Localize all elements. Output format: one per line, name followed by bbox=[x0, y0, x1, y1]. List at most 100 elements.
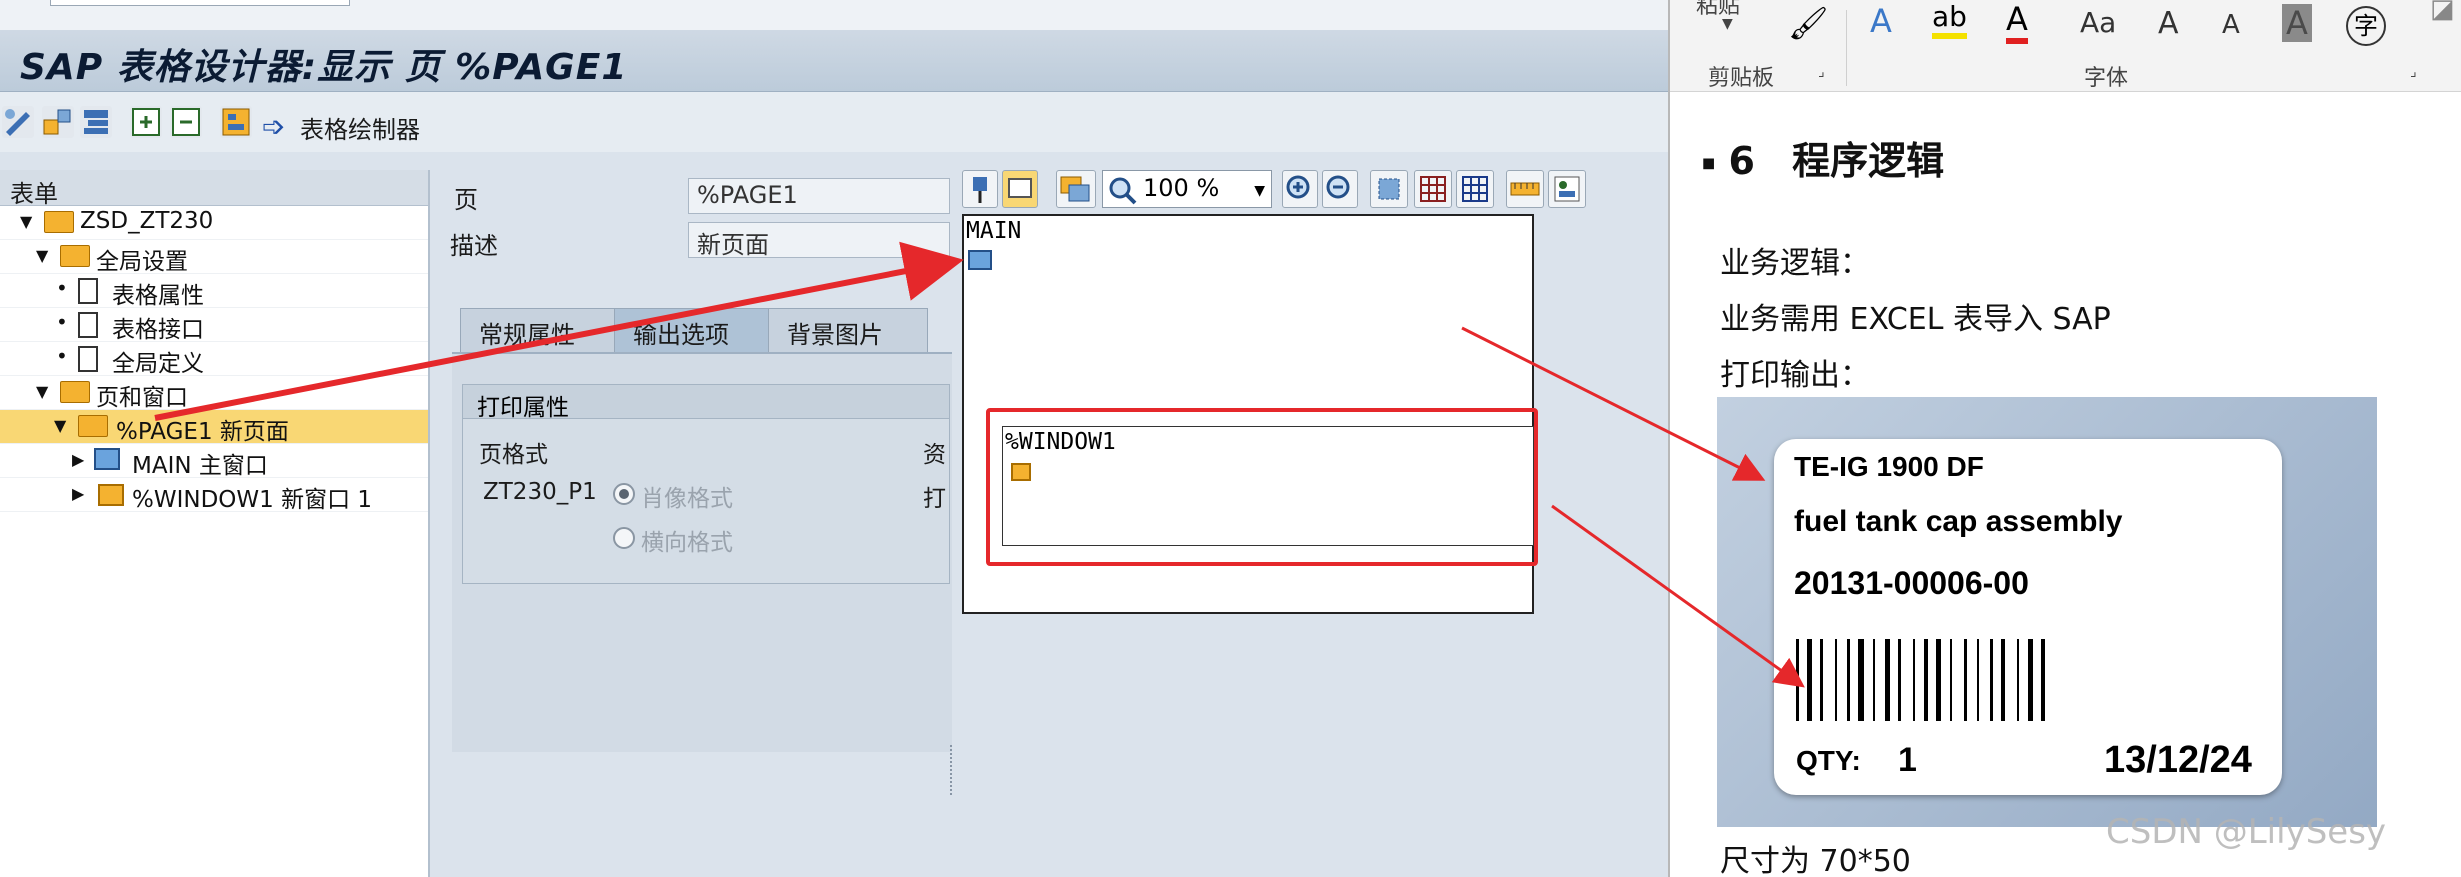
label-card: TE-IG 1900 DF fuel tank cap assembly 201… bbox=[1774, 439, 2282, 795]
tree-item-form-attributes[interactable]: • 表格属性 bbox=[0, 274, 428, 309]
tree-item-label: 表格属性 bbox=[112, 283, 204, 309]
activate-icon[interactable] bbox=[42, 106, 74, 138]
form-painter-button[interactable]: 表格绘制器 bbox=[300, 110, 420, 145]
tree-item-pages-windows[interactable]: ▼ 页和窗口 bbox=[0, 376, 428, 411]
grid-icon[interactable] bbox=[1414, 170, 1452, 208]
display-change-icon[interactable] bbox=[2, 106, 34, 138]
application-toolbar: ➩ 表格绘制器 bbox=[0, 92, 1668, 152]
label-line-partno: 20131-00006-00 bbox=[1794, 565, 2029, 601]
font-color-icon[interactable]: A bbox=[2006, 0, 2028, 44]
dialog-launcher-icon[interactable]: ⌟ bbox=[2410, 64, 2417, 80]
folder-open-icon bbox=[60, 245, 90, 267]
paste-dropdown-icon[interactable]: ▼ bbox=[1722, 16, 1733, 32]
sap-form-builder: SAP 表格设计器:显示 页 %PAGE1 ➩ 表格绘制器 表单 ▼ ZSD_Z… bbox=[0, 0, 1668, 877]
ruler-icon[interactable] bbox=[1506, 170, 1544, 208]
bullet-icon: • bbox=[56, 276, 68, 300]
tree-item-label: 全局定义 bbox=[112, 351, 204, 377]
tree-item-page1[interactable]: ▼ %PAGE1 新页面 bbox=[0, 410, 428, 445]
align-icon[interactable] bbox=[1370, 170, 1408, 208]
zoom-select[interactable]: 100 % ▼ bbox=[1102, 170, 1272, 208]
word-ribbon: 粘贴 ▼ 🖌 剪贴板 ⌟ A ab A Aa A A A 字 字体 ⌟ ◪ bbox=[1670, 0, 2461, 92]
shrink-font-icon[interactable]: A bbox=[2222, 10, 2240, 40]
folder-open-icon bbox=[78, 415, 108, 437]
heading-number: 6 bbox=[1728, 139, 1755, 183]
description-label: 描述 bbox=[450, 232, 498, 260]
document-icon bbox=[78, 312, 98, 338]
collapse-tree-icon[interactable] bbox=[170, 106, 202, 138]
main-window-label: MAIN bbox=[966, 218, 1022, 244]
paragraph-logic: 业务逻辑： bbox=[1720, 246, 1870, 281]
test-icon[interactable] bbox=[80, 106, 112, 138]
tab-general-attributes[interactable]: 常规属性 bbox=[460, 308, 620, 352]
landscape-radio[interactable] bbox=[613, 527, 635, 549]
eraser-icon[interactable]: ◪ bbox=[2430, 0, 2455, 24]
tree-item-label: MAIN 主窗口 bbox=[132, 453, 268, 479]
landscape-label: 横向格式 bbox=[641, 530, 733, 556]
collapse-triangle-icon[interactable]: ▼ bbox=[36, 382, 48, 401]
tree-item-global-settings[interactable]: ▼ 全局设置 bbox=[0, 240, 428, 275]
settings-icon[interactable] bbox=[1548, 170, 1586, 208]
tree-item-form-interface[interactable]: • 表格接口 bbox=[0, 308, 428, 343]
label-line-model: TE-IG 1900 DF bbox=[1794, 451, 1984, 482]
tab-background-picture[interactable]: 背景图片 bbox=[768, 308, 928, 352]
expand-tree-icon[interactable] bbox=[130, 106, 162, 138]
font-group-label: 字体 bbox=[2084, 66, 2129, 91]
portrait-label: 肖像格式 bbox=[641, 486, 733, 512]
page-attributes-panel: 页 %PAGE1 描述 新页面 常规属性 输出选项 背景图片 打印属性 页格式 … bbox=[430, 170, 952, 877]
pin-icon[interactable] bbox=[962, 170, 998, 208]
highlight-box bbox=[986, 408, 1538, 566]
tree-item-main-window[interactable]: ▶ MAIN 主窗口 bbox=[0, 444, 428, 479]
ribbon-separator bbox=[1846, 10, 1847, 86]
create-window-icon[interactable] bbox=[1056, 170, 1096, 208]
heading-bullet: ■ bbox=[1702, 155, 1716, 172]
grid-detail-icon[interactable] bbox=[1456, 170, 1494, 208]
text-effects-icon[interactable]: A bbox=[1870, 2, 1892, 40]
layout-mode-icon[interactable] bbox=[1002, 170, 1038, 208]
tree-item-label: %WINDOW1 新窗口 1 bbox=[132, 487, 373, 513]
change-case-button[interactable]: Aa bbox=[2080, 6, 2116, 39]
character-shading-icon[interactable]: A bbox=[2282, 4, 2312, 42]
expand-triangle-icon[interactable]: ▶ bbox=[72, 484, 84, 503]
zoom-out-icon[interactable] bbox=[1322, 170, 1358, 208]
enclose-characters-button[interactable]: 字 bbox=[2346, 6, 2386, 46]
expand-triangle-icon[interactable]: ▶ bbox=[72, 450, 84, 469]
document-icon bbox=[78, 278, 98, 304]
zoom-in-icon[interactable] bbox=[1282, 170, 1318, 208]
folder-open-icon bbox=[60, 381, 90, 403]
field-list-icon[interactable] bbox=[220, 106, 252, 138]
page-label: 页 bbox=[454, 186, 478, 214]
bullet-icon: • bbox=[56, 344, 68, 368]
tree-item-global-definitions[interactable]: • 全局定义 bbox=[0, 342, 428, 377]
paragraph-size: 尺寸为 70*50 bbox=[1720, 844, 1911, 877]
tree-item-window1[interactable]: ▶ %WINDOW1 新窗口 1 bbox=[0, 478, 428, 513]
portrait-radio[interactable] bbox=[613, 483, 635, 505]
document-icon bbox=[78, 346, 98, 372]
tree-header: 表单 bbox=[0, 170, 428, 208]
paste-button[interactable]: 粘贴 bbox=[1696, 0, 1740, 20]
page-title: SAP 表格设计器:显示 页 %PAGE1 bbox=[20, 47, 628, 88]
grow-font-icon[interactable]: A bbox=[2158, 6, 2179, 41]
dropdown-arrow-icon[interactable]: ▼ bbox=[1254, 183, 1265, 199]
collapse-triangle-icon[interactable]: ▼ bbox=[20, 212, 32, 231]
tab-output-options[interactable]: 输出选项 bbox=[614, 308, 774, 352]
main-window-icon bbox=[968, 250, 992, 270]
print-label-cut: 打 bbox=[923, 486, 946, 512]
print-attributes-header: 打印属性 bbox=[463, 385, 949, 421]
format-painter-icon[interactable]: 🖌 bbox=[1788, 4, 1829, 42]
tree-item-label: %PAGE1 新页面 bbox=[116, 419, 289, 445]
dialog-launcher-icon[interactable]: ⌟ bbox=[1818, 64, 1825, 80]
bullet-icon: • bbox=[56, 310, 68, 334]
page-name-field[interactable]: %PAGE1 bbox=[688, 178, 950, 214]
page-format-label: 页格式 bbox=[479, 442, 548, 468]
print-attributes-group: 打印属性 页格式 资 ZT230_P1 肖像格式 打 横向格式 bbox=[462, 384, 950, 584]
highlight-color-icon[interactable]: ab bbox=[1932, 0, 1967, 39]
collapse-triangle-icon[interactable]: ▼ bbox=[36, 246, 48, 265]
sap-system-toolbar bbox=[0, 0, 1668, 30]
collapse-triangle-icon[interactable]: ▼ bbox=[54, 416, 66, 435]
main-window-icon bbox=[94, 448, 120, 470]
command-field[interactable] bbox=[50, 0, 350, 6]
tree-item-label: 表格接口 bbox=[112, 317, 204, 343]
tree-item-label: ZSD_ZT230 bbox=[80, 208, 214, 234]
tree-item-form[interactable]: ▼ ZSD_ZT230 bbox=[0, 206, 428, 240]
description-field[interactable]: 新页面 bbox=[688, 222, 950, 258]
